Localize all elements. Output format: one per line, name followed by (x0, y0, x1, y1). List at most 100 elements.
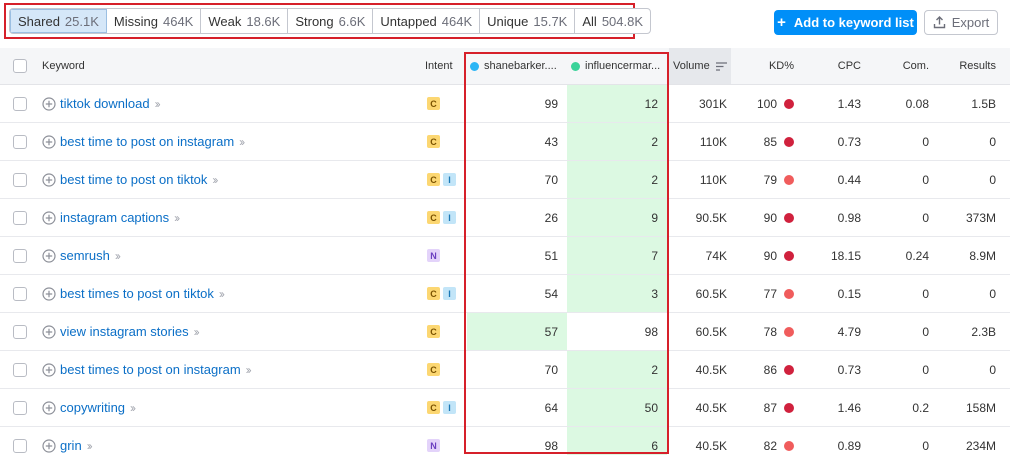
double-chevron-icon[interactable]: ›› (194, 325, 200, 339)
double-chevron-icon[interactable]: ›› (115, 249, 121, 263)
domain2-position: 3 (567, 275, 667, 312)
filter-tab-count: 504.8K (601, 13, 644, 29)
results-value: 2.3B (971, 324, 996, 339)
intent-cell: CI (427, 161, 459, 198)
row-checkbox[interactable] (13, 134, 27, 149)
select-all-checkbox[interactable] (13, 59, 27, 73)
intent-badge: I (443, 401, 456, 414)
com-header[interactable]: Com. (870, 48, 929, 84)
add-circle-icon[interactable] (42, 96, 56, 111)
keyword-link[interactable]: semrush ›› (42, 248, 121, 263)
row-checkbox[interactable] (13, 96, 27, 111)
keyword-text: semrush (60, 248, 110, 263)
keyword-link[interactable]: grin ›› (42, 438, 93, 453)
com-value: 0 (922, 438, 929, 453)
domain2-header[interactable]: influencermar... (571, 48, 660, 84)
row-checkbox-cell (13, 161, 27, 198)
keyword-text: copywriting (60, 400, 126, 415)
intent-badge: C (427, 363, 440, 376)
filter-tab-all[interactable]: All 504.8K (575, 9, 650, 33)
row-checkbox[interactable] (13, 400, 27, 415)
add-circle-icon[interactable] (42, 134, 56, 149)
domain1-header[interactable]: shanebarker.... (470, 48, 557, 84)
double-chevron-icon[interactable]: ›› (174, 211, 180, 225)
domain2-position: 2 (567, 351, 667, 388)
keyword-text: tiktok download (60, 96, 150, 111)
double-chevron-icon[interactable]: ›› (246, 363, 252, 377)
intent-badge: N (427, 439, 440, 452)
cpc-value: 0.44 (837, 172, 861, 187)
domain1-position: 70 (544, 172, 558, 187)
domain2-position: 6 (567, 427, 667, 455)
results-value: 373M (965, 210, 996, 225)
add-circle-icon[interactable] (42, 286, 56, 301)
kd-value: 90 (763, 210, 777, 225)
add-to-keyword-list-button[interactable]: + Add to keyword list (774, 10, 917, 35)
results-header[interactable]: Results (940, 48, 996, 84)
filter-tab-strong[interactable]: Strong 6.6K (288, 9, 374, 33)
filter-tab-unique[interactable]: Unique 15.7K (480, 9, 576, 33)
results-value: 0 (989, 172, 996, 187)
filter-tab-untapped[interactable]: Untapped 464K (373, 9, 481, 33)
volume-value: 110K (699, 134, 727, 149)
keyword-text: best time to post on tiktok (60, 172, 208, 187)
domain1-position: 57 (467, 313, 567, 350)
keyword-link[interactable]: instagram captions ›› (42, 210, 180, 225)
row-checkbox[interactable] (13, 286, 27, 301)
cpc-header[interactable]: CPC (800, 48, 861, 84)
keyword-header[interactable]: Keyword (42, 48, 85, 84)
filter-tab-label: Missing (113, 13, 158, 29)
keyword-link[interactable]: tiktok download ›› (42, 96, 161, 111)
intent-badge: C (427, 173, 440, 186)
table-row: view instagram stories ›› C 57 98 60.5K 78 4.79… (0, 313, 1010, 351)
row-checkbox-cell (13, 313, 27, 350)
domain2-header-label: influencermar... (585, 60, 661, 72)
add-circle-icon[interactable] (42, 172, 56, 187)
keyword-link[interactable]: copywriting ›› (42, 400, 136, 415)
filter-tab-shared[interactable]: Shared 25.1K (10, 9, 107, 33)
row-checkbox[interactable] (13, 324, 27, 339)
cpc-value: 0.98 (837, 210, 861, 225)
row-checkbox[interactable] (13, 248, 27, 263)
add-circle-icon[interactable] (42, 248, 56, 263)
row-checkbox[interactable] (13, 438, 27, 453)
double-chevron-icon[interactable]: ›› (155, 97, 161, 111)
export-button[interactable]: Export (924, 10, 998, 35)
row-checkbox[interactable] (13, 210, 27, 225)
add-to-keyword-list-label: Add to keyword list (793, 15, 914, 30)
filter-tab-missing[interactable]: Missing 464K (107, 9, 202, 33)
add-circle-icon[interactable] (42, 438, 56, 453)
table-row: copywriting ›› C I 64 50 40.5K 87 1.46 0.2 158M (0, 389, 1010, 427)
keyword-link[interactable]: best times to post on instagram ›› (42, 362, 252, 377)
add-circle-icon[interactable] (42, 362, 56, 377)
keyword-link[interactable]: view instagram stories ›› (42, 324, 200, 339)
keyword-link[interactable]: best time to post on instagram ›› (42, 134, 245, 149)
kd-value: 100 (756, 96, 777, 111)
double-chevron-icon[interactable]: ›› (239, 135, 245, 149)
add-circle-icon[interactable] (42, 324, 56, 339)
intent-header[interactable]: Intent (425, 48, 453, 84)
kd-header[interactable]: KD% (740, 48, 794, 84)
kd-difficulty-dot (784, 136, 794, 147)
row-checkbox[interactable] (13, 172, 27, 187)
double-chevron-icon[interactable]: ›› (130, 401, 136, 415)
kd-cell: 86 (740, 351, 794, 388)
double-chevron-icon[interactable]: ›› (212, 173, 218, 187)
intent-badge: I (443, 173, 456, 186)
double-chevron-icon[interactable]: ›› (219, 287, 225, 301)
filter-tab-weak[interactable]: Weak 18.6K (201, 9, 289, 33)
filter-tab-label: All (582, 13, 597, 29)
add-circle-icon[interactable] (42, 210, 56, 225)
sort-icon (715, 61, 727, 71)
filter-tab-label: Weak (208, 13, 242, 29)
row-checkbox[interactable] (13, 362, 27, 377)
add-circle-icon[interactable] (42, 400, 56, 415)
keyword-link[interactable]: best times to post on tiktok ›› (42, 286, 225, 301)
cpc-value: 0.73 (837, 134, 861, 149)
row-checkbox-cell (13, 85, 27, 122)
keyword-cell: best time to post on tiktok ›› (42, 161, 218, 198)
kd-cell: 79 (740, 161, 794, 198)
keyword-link[interactable]: best time to post on tiktok ›› (42, 172, 218, 187)
double-chevron-icon[interactable]: ›› (87, 439, 93, 453)
volume-header[interactable]: Volume (669, 48, 731, 84)
